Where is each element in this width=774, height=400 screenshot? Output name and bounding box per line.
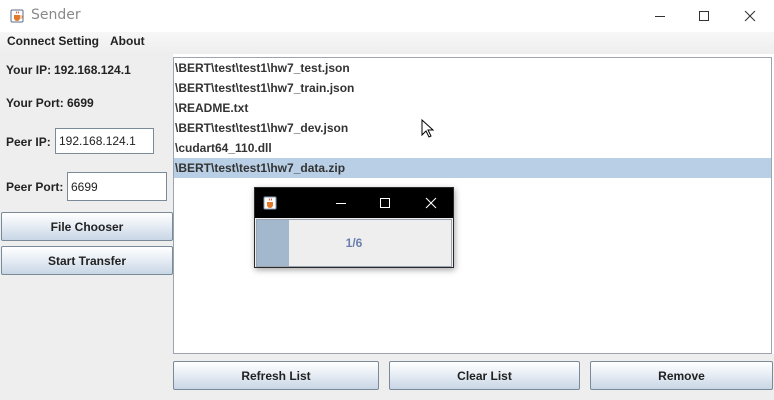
list-item[interactable]: \cudart64_110.dll (174, 138, 771, 158)
progress-dialog: 1/6 (254, 187, 454, 268)
remove-button[interactable]: Remove (590, 361, 773, 390)
menu-connect-setting[interactable]: Connect Setting (7, 34, 99, 48)
java-cup-icon (263, 196, 277, 210)
peer-port-field[interactable] (67, 172, 167, 201)
close-icon (425, 197, 437, 209)
peer-port-label: Peer Port: (6, 180, 64, 194)
bottom-button-bar: Refresh List Clear List Remove (173, 354, 774, 400)
maximize-icon (380, 198, 390, 208)
clear-list-button[interactable]: Clear List (389, 361, 580, 390)
minimize-button[interactable] (637, 0, 683, 31)
title-bar: Sender (0, 0, 774, 32)
list-item[interactable]: \BERT\test\test1\hw7_train.json (174, 78, 771, 98)
file-chooser-button[interactable]: File Chooser (1, 212, 173, 241)
your-ip-value: 192.168.124.1 (54, 63, 131, 77)
window-title: Sender (31, 7, 81, 23)
maximize-icon (699, 10, 709, 21)
close-icon (744, 10, 756, 21)
list-item-selected[interactable]: \BERT\test\test1\hw7_data.zip (174, 158, 771, 178)
menu-bar: Connect Setting About (0, 32, 774, 54)
sender-window: Sender Connect Setting About Your IP: 19… (0, 0, 774, 400)
refresh-list-button[interactable]: Refresh List (173, 361, 379, 390)
minimize-icon (655, 15, 665, 17)
maximize-button[interactable] (681, 0, 727, 31)
start-transfer-button[interactable]: Start Transfer (1, 246, 173, 275)
list-item[interactable]: \BERT\test\test1\hw7_dev.json (174, 118, 771, 138)
list-item[interactable]: \BERT\test\test1\hw7_test.json (174, 58, 771, 78)
menu-about[interactable]: About (110, 34, 145, 48)
progress-text: 1/6 (345, 236, 363, 250)
connection-panel: Your IP: 192.168.124.1 Your Port: 6699 P… (0, 54, 173, 400)
close-button[interactable] (727, 0, 773, 31)
dialog-close-button[interactable] (409, 188, 453, 218)
list-item[interactable]: \README.txt (174, 98, 771, 118)
java-cup-icon (10, 9, 24, 23)
dialog-maximize-button[interactable] (363, 188, 407, 218)
your-port-value: 6699 (67, 96, 94, 110)
transfer-progress-bar: 1/6 (256, 219, 452, 267)
your-port-label: Your Port: (6, 96, 64, 110)
your-ip-label: Your IP: (6, 63, 52, 77)
peer-ip-label: Peer IP: (6, 135, 51, 149)
dialog-minimize-button[interactable] (319, 188, 363, 218)
mouse-cursor-icon (421, 119, 435, 138)
dialog-title-bar (255, 188, 453, 218)
minimize-icon (336, 203, 346, 204)
peer-ip-field[interactable] (55, 128, 154, 154)
